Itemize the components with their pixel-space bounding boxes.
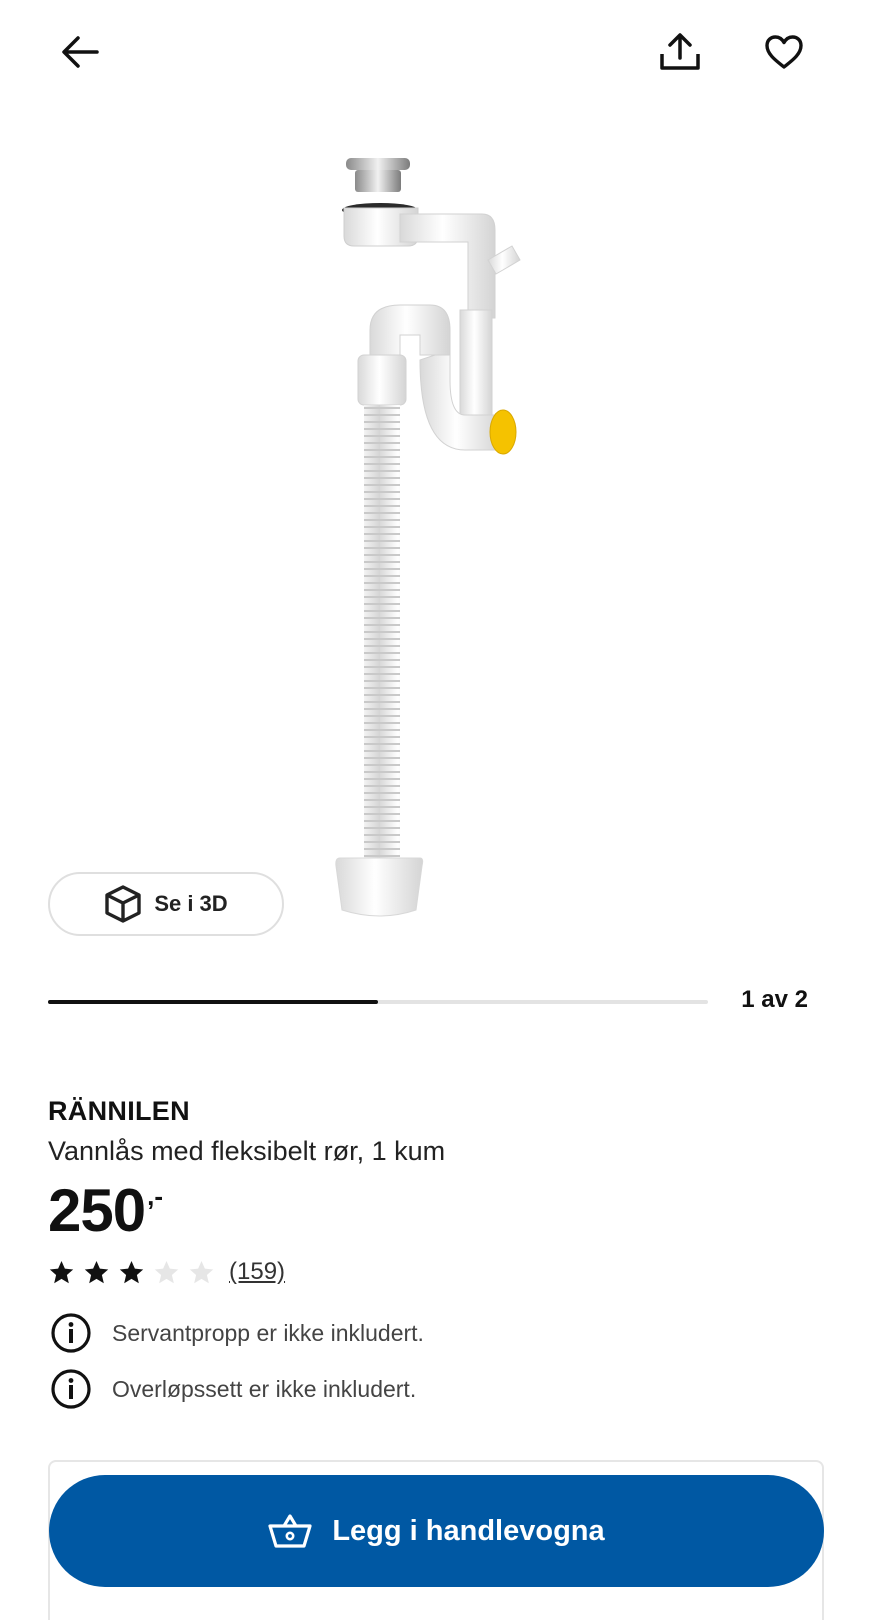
review-count[interactable]: (159) (229, 1258, 285, 1286)
share-button[interactable] (650, 22, 710, 82)
notice-text: Servantpropp er ikke inkludert. (112, 1319, 424, 1346)
price-decimal: ,- (147, 1181, 163, 1211)
star-filled-icon (84, 1260, 109, 1283)
star-filled-icon (119, 1260, 144, 1283)
info-icon (51, 1313, 91, 1353)
star-empty-icon (154, 1260, 179, 1283)
cube-icon (105, 885, 142, 923)
star-filled-icon (49, 1260, 74, 1283)
product-brand: RÄNNILEN (48, 1096, 190, 1126)
product-rating[interactable]: (159) (48, 1258, 285, 1286)
basket-icon (268, 1514, 312, 1548)
add-to-cart-button[interactable]: Legg i handlevogna (49, 1475, 824, 1587)
product-price: 250 ,- (48, 1176, 163, 1246)
back-button[interactable] (50, 22, 110, 82)
price-integer: 250 (48, 1177, 146, 1244)
notice-item: Servantpropp er ikke inkludert. (50, 1312, 424, 1354)
info-icon (51, 1369, 91, 1409)
gallery-progress-fill (48, 1000, 378, 1004)
notice-text: Overløpssett er ikke inkludert. (112, 1375, 417, 1402)
heart-icon (765, 35, 803, 69)
gallery-counter: 1 av 2 (741, 986, 808, 1013)
product-image[interactable] (300, 150, 560, 940)
gallery-progress (48, 1000, 708, 1004)
star-empty-icon (189, 1260, 214, 1283)
share-icon (660, 33, 700, 70)
view-3d-label: Se i 3D (154, 891, 228, 916)
product-description: Vannlås med fleksibelt rør, 1 kum (48, 1136, 446, 1166)
view-3d-button[interactable]: Se i 3D (48, 872, 284, 936)
add-to-cart-label: Legg i handlevogna (332, 1514, 605, 1547)
arrow-left-icon (62, 36, 99, 68)
favorite-button[interactable] (754, 22, 814, 82)
notice-item: Overløpssett er ikke inkludert. (50, 1368, 416, 1410)
